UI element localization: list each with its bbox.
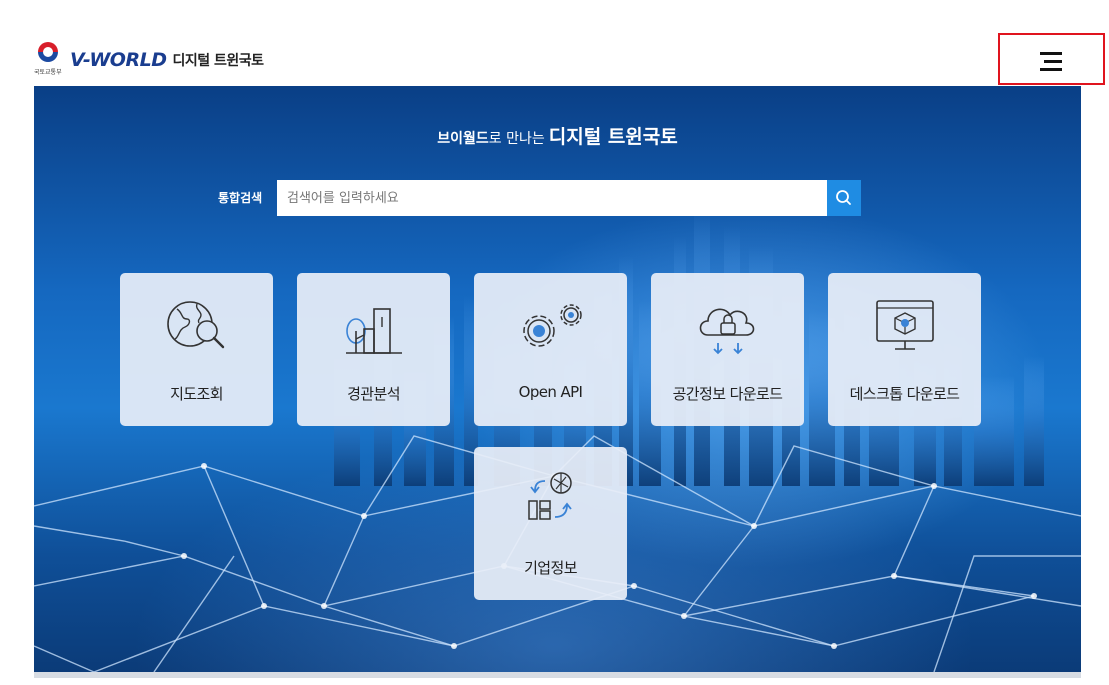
brand-name: V-WORLD <box>70 49 167 71</box>
tile-map-view[interactable]: 지도조회 <box>120 273 273 426</box>
hero-bottom-strip <box>34 672 1081 678</box>
vworld-logo[interactable]: 국토교통부 V-WORLD 디지털 트윈국토 <box>34 42 264 78</box>
tile-open-api[interactable]: Open API <box>474 273 627 426</box>
tile-company-info[interactable]: 기업정보 <box>474 447 627 600</box>
hero-tagline: 브이월드로 만나는 디지털 트윈국토 <box>34 122 1081 149</box>
tagline-middle: 로 만나는 <box>488 131 545 147</box>
globe-search-icon <box>166 301 224 349</box>
exchange-company-icon <box>527 472 572 520</box>
search-button[interactable] <box>827 180 861 216</box>
tile-label: 공간정보 다운로드 <box>672 385 783 403</box>
desktop-cube-icon <box>875 300 934 350</box>
hamburger-menu-button[interactable] <box>998 33 1105 85</box>
hero-banner: 브이월드로 만나는디지털 트윈국토 통합검색 지도조회 <box>34 86 1081 672</box>
gears-icon <box>522 304 582 347</box>
tagline-title: 디지털 트윈국토 <box>548 126 678 148</box>
tile-label: 지도조회 <box>170 385 223 403</box>
hamburger-menu-icon <box>1040 52 1062 55</box>
tile-landscape-analysis[interactable]: 경관분석 <box>297 273 450 426</box>
search-icon <box>836 190 851 205</box>
cloud-lock-download-icon <box>699 308 754 355</box>
search-label: 통합검색 <box>218 191 263 205</box>
tree-building-icon <box>345 308 402 354</box>
tagline-brand: 브이월드 <box>437 131 489 147</box>
tile-label: 경관분석 <box>347 385 400 403</box>
tile-label: 기업정보 <box>524 559 577 577</box>
tile-label: 데스크톱 다운로드 <box>849 385 960 403</box>
ministry-logo: 국토교통부 <box>34 42 64 78</box>
tile-spatial-data-download[interactable]: 공간정보 다운로드 <box>651 273 804 426</box>
header: 국토교통부 V-WORLD 디지털 트윈국토 <box>0 0 1109 86</box>
brand-subtitle: 디지털 트윈국토 <box>172 53 264 69</box>
ministry-name: 국토교통부 <box>34 69 62 76</box>
search-input[interactable] <box>277 180 827 216</box>
tile-label: Open API <box>518 383 583 401</box>
tile-desktop-download[interactable]: 데스크톱 다운로드 <box>828 273 981 426</box>
taegeuk-emblem-icon <box>38 42 58 62</box>
